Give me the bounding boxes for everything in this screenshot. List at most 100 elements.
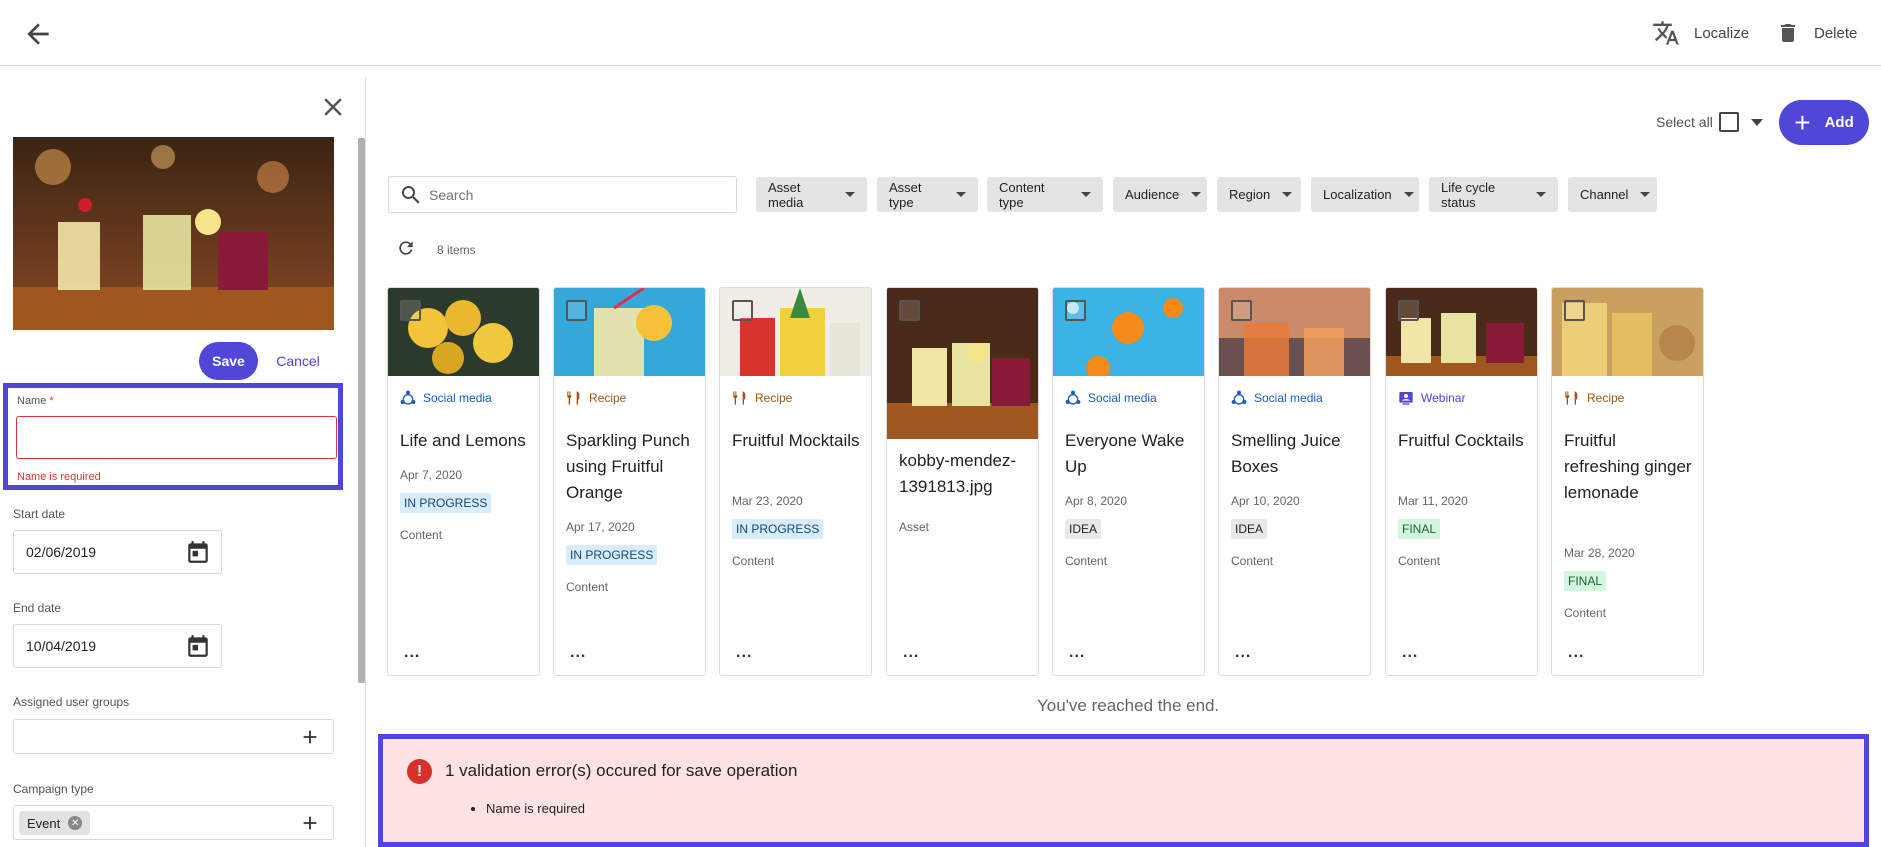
refresh-icon[interactable] xyxy=(396,238,416,258)
card[interactable]: Recipe Fruitful refreshing ginger lemona… xyxy=(1551,287,1704,676)
validation-error-banner: ! 1 validation error(s) occured for save… xyxy=(378,734,1869,847)
card-checkbox[interactable] xyxy=(1065,300,1086,321)
plus-icon: + xyxy=(1794,106,1811,138)
card-category: Content xyxy=(1065,554,1108,568)
back-arrow-icon[interactable] xyxy=(22,18,54,50)
more-icon[interactable]: ... xyxy=(570,645,586,661)
card-type: Webinar xyxy=(1398,390,1465,406)
cancel-button[interactable]: Cancel xyxy=(270,342,326,380)
status-badge: IDEA xyxy=(1231,519,1268,539)
card[interactable]: Social media Smelling Juice Boxes Apr 10… xyxy=(1218,287,1371,676)
filter-audience[interactable]: Audience xyxy=(1113,177,1207,212)
more-icon[interactable]: ... xyxy=(1235,645,1251,661)
card-date: Apr 17, 2020 xyxy=(566,520,635,534)
card[interactable]: Social media Life and Lemons Apr 7, 2020… xyxy=(387,287,540,676)
translate-icon xyxy=(1653,21,1679,45)
card-type: Recipe xyxy=(566,390,626,406)
status-badge: FINAL xyxy=(1564,571,1607,591)
user-groups-input[interactable] xyxy=(13,719,334,754)
chevron-down-icon[interactable] xyxy=(1750,118,1763,126)
end-date-label: End date xyxy=(13,601,62,615)
select-all-checkbox[interactable] xyxy=(1718,112,1739,132)
name-field-highlight: Name * Name is required xyxy=(3,383,343,490)
status-badge: IN PROGRESS xyxy=(400,493,492,513)
select-all[interactable]: Select all xyxy=(1656,112,1763,132)
error-item: Name is required xyxy=(486,801,585,816)
name-input[interactable] xyxy=(16,416,337,459)
fork-knife-icon xyxy=(733,391,746,405)
add-button[interactable]: + Add xyxy=(1779,100,1869,145)
filter-channel[interactable]: Channel xyxy=(1568,177,1657,212)
search-input[interactable] xyxy=(429,186,709,203)
localize-label: Localize xyxy=(1694,24,1750,42)
top-bar: Localize Delete xyxy=(0,0,1881,66)
more-icon[interactable]: ... xyxy=(404,645,420,661)
card-category: Content xyxy=(566,580,609,594)
card-title: Fruitful Mocktails xyxy=(732,431,860,450)
card-checkbox[interactable] xyxy=(1398,300,1419,321)
card[interactable]: kobby-mendez-1391813.jpg Asset ... xyxy=(886,287,1039,676)
error-list: Name is required xyxy=(486,801,585,816)
card-title: kobby-mendez-1391813.jpg xyxy=(899,451,1017,496)
card-category: Asset xyxy=(899,520,930,534)
start-date-input[interactable]: 02/06/2019 xyxy=(13,530,222,574)
more-icon[interactable]: ... xyxy=(736,645,752,661)
more-icon[interactable]: ... xyxy=(1568,645,1584,661)
card-checkbox[interactable] xyxy=(1564,300,1585,321)
plus-icon[interactable] xyxy=(299,812,321,834)
filter-localization[interactable]: Localization xyxy=(1311,177,1419,212)
card-category: Content xyxy=(1231,554,1274,568)
card-checkbox[interactable] xyxy=(1231,300,1252,321)
panel-scrollbar[interactable] xyxy=(358,138,365,683)
card-category: Content xyxy=(732,554,775,568)
fork-knife-icon xyxy=(567,391,580,405)
social-icon xyxy=(400,390,416,405)
chip-label: Event xyxy=(27,815,61,831)
card[interactable]: Recipe Sparkling Punch using Fruitful Or… xyxy=(553,287,706,676)
card[interactable]: Recipe Fruitful Mocktails Mar 23, 2020 I… xyxy=(719,287,872,676)
select-all-label: Select all xyxy=(1656,114,1713,130)
end-date-input[interactable]: 10/04/2019 xyxy=(13,624,222,668)
filter-content-type[interactable]: Content type xyxy=(987,177,1103,212)
more-icon[interactable]: ... xyxy=(903,645,919,661)
delete-button[interactable]: Delete xyxy=(1776,18,1857,48)
calendar-icon[interactable] xyxy=(185,633,211,659)
card-checkbox[interactable] xyxy=(566,300,587,321)
campaign-image xyxy=(13,137,334,330)
name-label: Name * xyxy=(17,395,54,407)
filter-region[interactable]: Region xyxy=(1217,177,1301,212)
start-date-label: Start date xyxy=(13,507,66,521)
required-marker: * xyxy=(49,395,54,407)
campaign-type-input[interactable]: Event ✕ xyxy=(13,805,334,840)
card[interactable]: Social media Everyone Wake Up Apr 8, 202… xyxy=(1052,287,1205,676)
more-icon[interactable]: ... xyxy=(1402,645,1418,661)
card-type: Social media xyxy=(400,390,492,406)
end-date-value: 10/04/2019 xyxy=(26,638,97,654)
chevron-down-icon xyxy=(956,192,966,197)
card-title: Life and Lemons xyxy=(400,431,526,450)
card-title: Fruitful refreshing ginger lemonade xyxy=(1564,431,1692,502)
more-icon[interactable]: ... xyxy=(1069,645,1085,661)
card[interactable]: Webinar Fruitful Cocktails Mar 11, 2020 … xyxy=(1385,287,1538,676)
search-box[interactable] xyxy=(388,176,737,213)
filter-asset-media[interactable]: Asset media xyxy=(756,177,867,212)
card-date: Mar 23, 2020 xyxy=(732,494,803,508)
localize-button[interactable]: Localize xyxy=(1652,18,1749,48)
add-label: Add xyxy=(1824,114,1854,131)
chip-remove-icon[interactable]: ✕ xyxy=(68,816,83,830)
save-button[interactable]: Save xyxy=(199,342,258,380)
campaign-type-chip: Event ✕ xyxy=(19,811,91,835)
filter-life-cycle-status[interactable]: Life cycle status xyxy=(1429,177,1558,212)
filter-asset-type[interactable]: Asset type xyxy=(877,177,978,212)
user-groups-label: Assigned user groups xyxy=(13,695,130,709)
card-type: Recipe xyxy=(1564,390,1624,406)
card-checkbox[interactable] xyxy=(400,300,421,321)
card-checkbox[interactable] xyxy=(732,300,753,321)
plus-icon[interactable] xyxy=(299,726,321,748)
close-icon[interactable] xyxy=(318,92,348,122)
calendar-icon[interactable] xyxy=(185,539,211,565)
card-title: Everyone Wake Up xyxy=(1065,431,1185,476)
card-date: Apr 7, 2020 xyxy=(400,468,463,482)
card-checkbox[interactable] xyxy=(899,300,920,321)
start-date-value: 02/06/2019 xyxy=(26,544,97,560)
